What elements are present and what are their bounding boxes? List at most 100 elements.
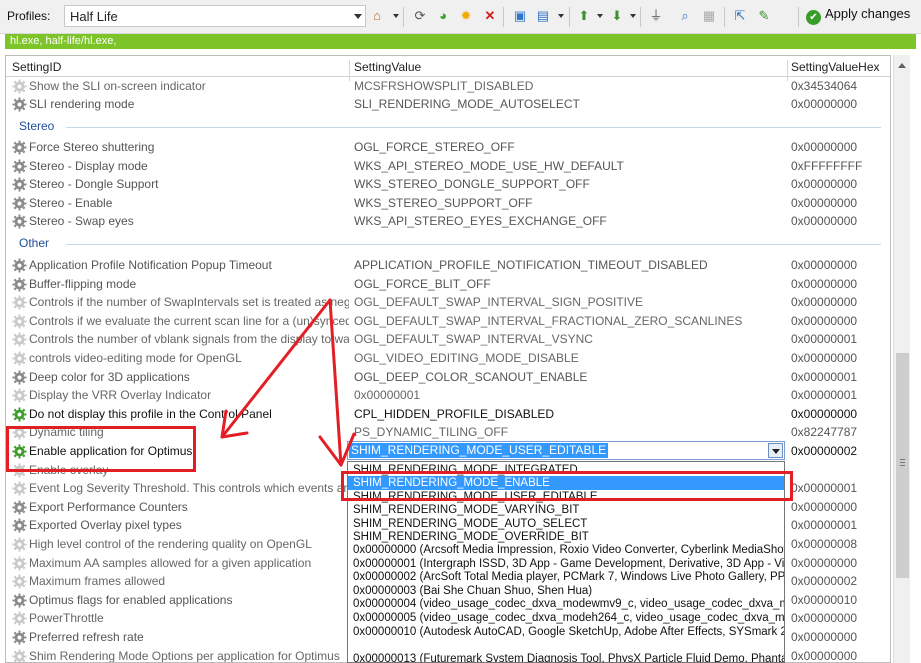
- column-header-setting-value-hex[interactable]: SettingValueHex: [791, 60, 880, 74]
- setting-value-cell: OGL_DEFAULT_SWAP_INTERVAL_SIGN_POSITIVE: [354, 295, 643, 310]
- dropdown-option[interactable]: SHIM_RENDERING_MODE_VARYING_BIT: [348, 503, 784, 517]
- setting-id-cell: Controls if the number of SwapIntervals …: [29, 295, 349, 310]
- gear-icon: [12, 611, 27, 626]
- setting-id-cell: Stereo - Swap eyes: [29, 214, 134, 229]
- gear-icon: [12, 159, 27, 174]
- dropdown-option[interactable]: 0x00000002 (ArcSoft Total Media player, …: [348, 570, 784, 584]
- gear-icon: [12, 370, 27, 385]
- table-row[interactable]: Controls if we evaluate the current scan…: [6, 312, 890, 331]
- group-header-other: Other: [6, 234, 890, 254]
- table-row[interactable]: Controls if the number of SwapIntervals …: [6, 293, 890, 312]
- setting-id-cell: Maximum AA samples allowed for a given a…: [29, 555, 312, 570]
- dropdown-option[interactable]: 0x00000004 (video_usage_codec_dxva_modew…: [348, 597, 784, 611]
- dropdown-option[interactable]: 0x00000013 (Futuremark System Diagnosis …: [348, 652, 784, 662]
- column-header-setting-value[interactable]: SettingValue: [354, 60, 421, 74]
- table-row[interactable]: Show the SLI on-screen indicator MCSFRSHO…: [6, 77, 890, 96]
- delete-icon[interactable]: ✕: [481, 7, 499, 25]
- group-divider: [66, 127, 881, 128]
- table-row[interactable]: Deep color for 3D applications OGL_DEEP_C…: [6, 368, 890, 387]
- setting-id-cell: Deep color for 3D applications: [29, 369, 190, 384]
- setting-value-cell: WKS_API_STEREO_EYES_EXCHANGE_OFF: [354, 214, 607, 229]
- scrollbar-thumb[interactable]: [896, 353, 909, 578]
- sun-icon[interactable]: ✹: [457, 7, 475, 25]
- dropdown-option[interactable]: 0x00000005 (video_usage_codec_dxva_modeh…: [348, 611, 784, 625]
- dropdown-option[interactable]: 0x00000010 (Autodesk AutoCAD, Google Ske…: [348, 625, 784, 639]
- profile-selector[interactable]: Half Life: [64, 5, 366, 27]
- paint-icon[interactable]: ✎: [755, 7, 773, 25]
- setting-value-combobox[interactable]: SHIM_RENDERING_MODE_USER_EDITABLE: [347, 441, 785, 460]
- setting-id-cell: Stereo - Enable: [29, 195, 113, 210]
- gear-icon: [12, 351, 27, 366]
- combobox-dropdown-button[interactable]: [768, 443, 783, 458]
- gear-icon: [12, 295, 27, 310]
- scroll-up-button[interactable]: [894, 57, 911, 74]
- gear-icon: [12, 140, 27, 155]
- gear-icon: [12, 649, 27, 662]
- table-row[interactable]: Force Stereo shuttering OGL_FORCE_STEREO_…: [6, 138, 890, 157]
- table-row[interactable]: Application Profile Notification Popup T…: [6, 256, 890, 275]
- setting-id-cell: Do not display this profile in the Contr…: [29, 406, 272, 421]
- toolbar-separator: [724, 7, 725, 27]
- toolbar-separator: [403, 7, 404, 27]
- setting-hex-cell: 0x00000000: [791, 140, 858, 154]
- gear-icon: [12, 518, 27, 533]
- setting-hex-cell: 0x00000000: [791, 214, 858, 229]
- profiles-label: Profiles:: [7, 9, 51, 23]
- chevron-down-icon[interactable]: [630, 14, 636, 18]
- table-row[interactable]: Do not display this profile in the Contr…: [6, 405, 890, 424]
- scrollbar-grip: [900, 459, 905, 460]
- table-row[interactable]: Stereo - Display mode WKS_API_STEREO_MODE…: [6, 157, 890, 176]
- filter-icon[interactable]: ⏚: [647, 7, 665, 25]
- setting-hex-cell: 0x00000000: [791, 555, 858, 570]
- add-application-icon[interactable]: ▣: [511, 7, 529, 25]
- table-row[interactable]: Stereo - Enable WKS_STEREO_SUPPORT_OFF 0x0…: [6, 194, 890, 213]
- toolbar: Profiles: Half Life ⌂ ⟳ ◕ ✹ ✕ ▣ ▤ ⬆ ⬇ ⏚ …: [0, 0, 921, 34]
- import-icon[interactable]: ⬇: [608, 7, 626, 25]
- setting-value-cell: OGL_DEFAULT_SWAP_INTERVAL_FRACTIONAL_ZER…: [354, 313, 743, 328]
- table-row[interactable]: Buffer-flipping mode OGL_FORCE_BLIT_OFF 0x…: [6, 275, 890, 294]
- home-icon[interactable]: ⌂: [368, 7, 386, 25]
- gear-icon: [12, 332, 27, 347]
- gear-icon: [12, 97, 27, 112]
- setting-hex-cell: 0x00000000: [791, 351, 858, 365]
- dropdown-option[interactable]: 0x00000001 (Intergraph ISSD, 3D App - Ga…: [348, 557, 784, 571]
- nvidia-icon[interactable]: ◕: [434, 7, 452, 25]
- setting-value-cell: WKS_STEREO_SUPPORT_OFF: [354, 195, 533, 210]
- column-header-setting-id[interactable]: SettingID: [12, 60, 61, 74]
- setting-id-cell: Optimus flags for enabled applications: [29, 592, 233, 607]
- setting-hex-cell: 0x00000000: [791, 97, 858, 111]
- setting-hex-cell: 0x00000002: [791, 444, 858, 458]
- table-row[interactable]: Stereo - Swap eyes WKS_API_STEREO_EYES_EX…: [6, 212, 890, 231]
- chevron-down-icon[interactable]: [354, 14, 362, 19]
- table-row[interactable]: controls video-editing mode for OpenGL OG…: [6, 349, 890, 368]
- chevron-down-icon[interactable]: [558, 14, 564, 18]
- dropdown-option[interactable]: SHIM_RENDERING_MODE_AUTO_SELECT: [348, 517, 784, 531]
- toolbar-separator: [503, 7, 504, 27]
- chevron-down-icon[interactable]: [597, 14, 603, 18]
- settings-icon[interactable]: ▦: [700, 7, 718, 25]
- setting-id-cell: PowerThrottle: [29, 611, 104, 626]
- gear-icon: [12, 593, 27, 608]
- dropdown-option[interactable]: SHIM_RENDERING_MODE_OVERRIDE_BIT: [348, 530, 784, 544]
- setting-hex-cell: 0x00000008: [791, 537, 858, 551]
- dropdown-option[interactable]: 0x00000003 (Bai She Chuan Shuo, Shen Hua…: [348, 584, 784, 598]
- table-row[interactable]: Stereo - Dongle Support WKS_STEREO_DONGLE…: [6, 175, 890, 194]
- table-row[interactable]: Controls the number of vblank signals fr…: [6, 330, 890, 349]
- search-icon[interactable]: ⌕: [676, 7, 694, 25]
- table-row[interactable]: SLI rendering mode SLI_RENDERING_MODE_AUT…: [6, 95, 890, 114]
- setting-hex-cell: 0x00000001: [791, 481, 858, 496]
- chevron-down-icon[interactable]: [393, 14, 399, 18]
- setting-id-cell: Shim Rendering Mode Options per applicat…: [29, 648, 340, 663]
- export-icon[interactable]: ⬆: [575, 7, 593, 25]
- refresh-icon[interactable]: ⟳: [411, 7, 429, 25]
- vertical-scrollbar[interactable]: [893, 55, 910, 663]
- table-row[interactable]: Display the VRR Overlay Indicator 0x00000…: [6, 386, 890, 405]
- remove-application-icon[interactable]: ▤: [534, 7, 552, 25]
- apply-changes-button[interactable]: ✔ Apply changes: [806, 6, 910, 26]
- dropdown-option[interactable]: 0x00000000 (Arcsoft Media Impression, Ro…: [348, 543, 784, 557]
- launch-icon[interactable]: ⇱: [731, 7, 749, 25]
- setting-id-cell: Display the VRR Overlay Indicator: [29, 388, 212, 403]
- gear-icon: [12, 258, 27, 273]
- setting-hex-cell: 0x34534064: [791, 79, 858, 93]
- setting-hex-cell: 0x00000000: [791, 630, 858, 644]
